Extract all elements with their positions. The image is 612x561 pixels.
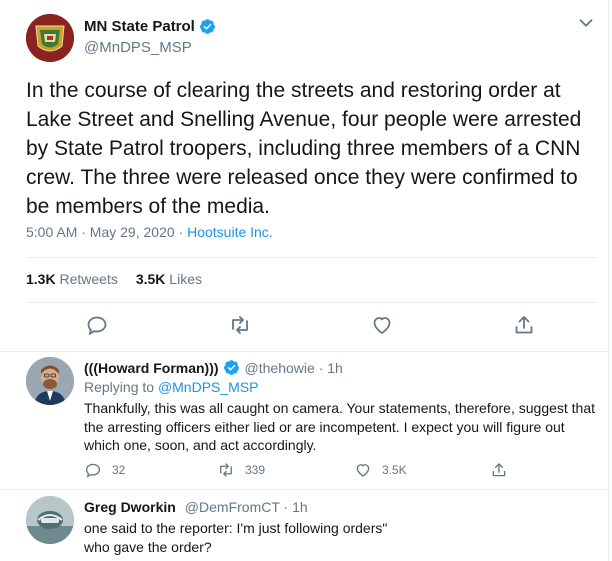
reply-text: Thankfully, this was all caught on camer…	[84, 400, 596, 453]
retweet-action[interactable]: 339	[217, 461, 265, 479]
retweet-icon	[220, 463, 232, 477]
user-photo-icon	[26, 496, 74, 544]
avatar[interactable]	[26, 496, 74, 544]
reply-header: (((Howard Forman))) @thehowie · 1h	[84, 359, 343, 376]
retweet-count: 339	[245, 463, 266, 477]
reply-author-name[interactable]: (((Howard Forman)))	[84, 360, 219, 376]
chevron-down-icon[interactable]	[575, 12, 597, 34]
divider	[26, 302, 596, 303]
tweet-meta: 5:00 AM · May 29, 2020 · Hootsuite Inc.	[26, 224, 273, 240]
avatar[interactable]	[26, 14, 74, 62]
like-count: 3.5K	[382, 463, 407, 477]
like-icon[interactable]	[370, 313, 394, 337]
reply-text: one said to the reporter: I'm just follo…	[84, 519, 596, 556]
replying-prefix: Replying to	[84, 379, 158, 395]
share-icon	[492, 463, 506, 477]
author-handle[interactable]: @MnDPS_MSP	[84, 39, 192, 56]
share-icon[interactable]	[512, 313, 536, 337]
verified-icon	[223, 360, 239, 375]
engagement-stats: 1.3K Retweets 3.5K Likes	[26, 271, 202, 287]
reply-header: Greg Dworkin @DemFromCT · 1h	[84, 499, 308, 515]
tweet-text: In the course of clearing the streets an…	[26, 79, 582, 218]
main-tweet: MN State Patrol @MnDPS_MSP In the course…	[0, 0, 608, 352]
tweet-source-link[interactable]: Hootsuite Inc.	[187, 224, 273, 240]
retweets-stat[interactable]: 1.3K Retweets	[26, 271, 118, 287]
reply-icon[interactable]	[85, 313, 109, 337]
share-action[interactable]	[490, 461, 518, 479]
likes-label: Likes	[169, 271, 202, 287]
author-name[interactable]: MN State Patrol	[84, 18, 195, 35]
divider	[0, 489, 608, 490]
user-photo-icon	[26, 357, 74, 405]
likes-stat[interactable]: 3.5K Likes	[136, 271, 202, 287]
retweet-icon[interactable]	[228, 313, 252, 337]
reply-text-line: who gave the order?	[84, 538, 212, 555]
meta-separator: ·	[174, 224, 188, 240]
right-border	[608, 0, 609, 561]
retweets-count: 1.3K	[26, 271, 56, 287]
divider	[26, 257, 596, 258]
author-name-row[interactable]: MN State Patrol	[84, 18, 216, 35]
reply-author-name[interactable]: Greg Dworkin	[84, 499, 176, 515]
replying-to: Replying to @MnDPS_MSP	[84, 379, 259, 395]
reply-text-line: one said to the reporter: I'm just follo…	[84, 520, 388, 536]
reply-count: 32	[112, 463, 126, 477]
retweets-label: Retweets	[59, 271, 118, 287]
reply-author-handle[interactable]: @thehowie · 1h	[245, 360, 343, 376]
likes-count: 3.5K	[135, 271, 166, 287]
verified-icon	[199, 19, 215, 34]
divider	[0, 351, 608, 352]
replying-mention-link[interactable]: @MnDPS_MSP	[158, 379, 259, 395]
patrol-badge-logo	[26, 14, 74, 62]
reply-icon	[85, 463, 101, 478]
tweet-timestamp[interactable]: 5:00 AM · May 29, 2020	[26, 224, 175, 240]
avatar[interactable]	[26, 357, 74, 405]
reply-author-handle[interactable]: @DemFromCT · 1h	[185, 499, 308, 515]
like-action[interactable]: 3.5K	[354, 461, 407, 479]
reply-action[interactable]: 32	[84, 461, 125, 479]
like-icon	[356, 464, 370, 477]
